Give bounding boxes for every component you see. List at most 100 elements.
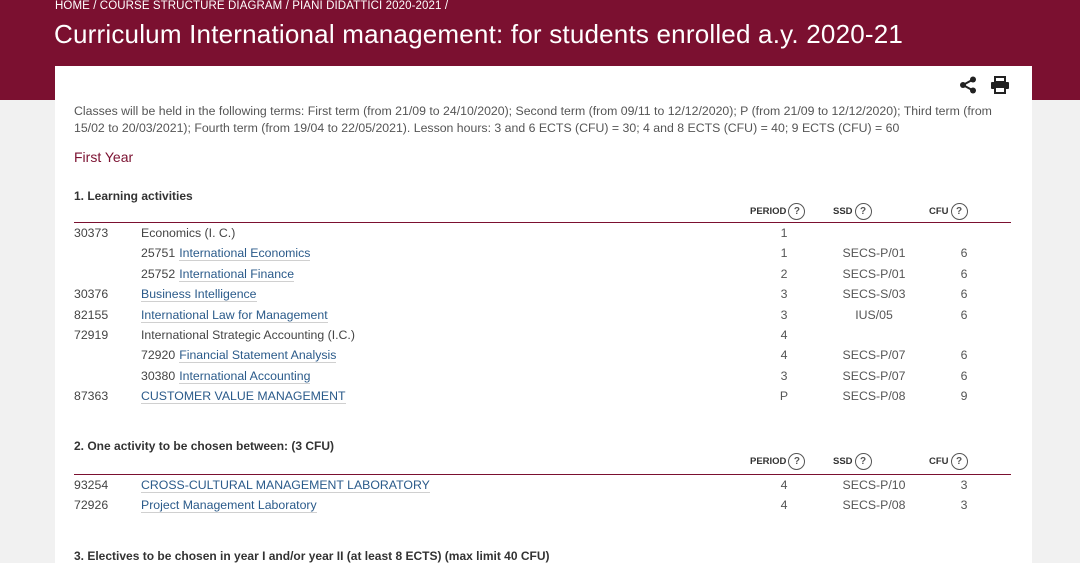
course-link[interactable]: CROSS-CULTURAL MANAGEMENT LABORATORY	[141, 478, 430, 493]
course-code: 72926	[74, 498, 109, 513]
course-name-cell: Economics (I. C.)	[141, 226, 235, 240]
period-cell: P	[779, 389, 789, 404]
help-icon[interactable]: ?	[854, 453, 872, 470]
course-link[interactable]: International Economics	[179, 246, 311, 262]
course-link[interactable]: Project Management Laboratory	[141, 498, 317, 514]
col-cfu-header: CFU?	[929, 203, 968, 220]
table-row: 72919 International Strategic Accounting …	[74, 326, 1011, 346]
course-name-cell: 25752 International Finance	[141, 266, 295, 282]
table-row: 30380 International Accounting 3 SECS-P/07 6	[74, 367, 1011, 387]
table-row: 72926 Project Management Laboratory 4 SECS-…	[74, 496, 1011, 516]
period-cell: 1	[780, 246, 788, 261]
col-period-header: PERIOD?	[750, 453, 806, 470]
sub-course-code: 30380	[141, 368, 176, 383]
course-name-cell: 72920 Financial Statement Analysis	[141, 348, 337, 364]
period-cell: 4	[780, 478, 788, 492]
ssd-cell: SECS-P/08	[842, 498, 906, 513]
section-title: 2. One activity to be chosen between: (3…	[74, 439, 335, 453]
course-name-cell: Project Management Laboratory	[141, 498, 317, 514]
table-row: 87363 CUSTOMER VALUE MANAGEMENT P SECS-P/08…	[74, 387, 1011, 407]
terms-description: Classes will be held in the following te…	[74, 104, 992, 135]
course-code: 30373	[74, 226, 109, 240]
help-icon[interactable]: ?	[950, 453, 968, 470]
course-code: 93254	[74, 478, 109, 492]
col-header-label: PERIOD	[750, 456, 787, 467]
course-name-cell: 25751 International Economics	[141, 246, 311, 262]
ssd-cell: SECS-P/01	[842, 266, 906, 281]
course-name-cell: 30380 International Accounting	[141, 368, 311, 384]
help-icon[interactable]: ?	[788, 203, 806, 220]
section-title: 3. Electives to be chosen in year I and/…	[74, 549, 550, 563]
course-name: Economics (I. C.)	[141, 226, 236, 240]
cfu-cell: 6	[960, 307, 968, 322]
cfu-cell: 3	[960, 498, 968, 513]
period-cell: 2	[780, 266, 788, 281]
course-name-cell: CUSTOMER VALUE MANAGEMENT	[141, 389, 346, 405]
col-ssd-header: SSD?	[833, 203, 872, 220]
table-row: 30373 Economics (I. C.) 1	[74, 224, 1011, 244]
course-name-cell: Business Intelligence	[141, 287, 257, 303]
sub-course-code: 25752	[141, 266, 176, 281]
course-link[interactable]: CUSTOMER VALUE MANAGEMENT	[141, 389, 346, 405]
help-icon[interactable]: ?	[854, 203, 872, 220]
col-header-label: SSD	[833, 456, 853, 467]
cfu-cell: 9	[960, 389, 968, 404]
course-link[interactable]: International Accounting	[179, 368, 311, 384]
ssd-cell: SECS-P/07	[842, 368, 906, 383]
course-link[interactable]: Business Intelligence	[141, 287, 257, 303]
course-link[interactable]: Financial Statement Analysis	[179, 348, 337, 364]
course-name-cell: International Strategic Accounting (I.C.…	[141, 328, 355, 342]
period-cell: 4	[780, 328, 788, 342]
ssd-cell: SECS-P/01	[842, 246, 906, 261]
cfu-cell: 3	[960, 478, 968, 492]
table-divider	[74, 222, 1011, 223]
ssd-cell: SECS-P/07	[842, 348, 906, 363]
sub-course-code: 72920	[141, 348, 176, 363]
breadcrumb[interactable]: HOME / COURSE STRUCTURE DIAGRAM / PIANI …	[55, 0, 448, 12]
help-icon[interactable]: ?	[788, 453, 806, 470]
cfu-cell: 6	[960, 348, 968, 363]
toolbar	[958, 75, 1010, 95]
year-title: First Year	[74, 149, 134, 165]
col-ssd-header: SSD?	[833, 453, 872, 470]
table-row: 82155 International Law for Management 3 IU…	[74, 306, 1011, 326]
course-name-cell: International Law for Management	[141, 307, 328, 323]
col-header-label: PERIOD	[750, 206, 787, 217]
col-cfu-header: CFU?	[929, 453, 968, 470]
section-title: 1. Learning activities	[74, 189, 193, 203]
ssd-cell: SECS-S/03	[842, 287, 906, 302]
course-code: 72919	[74, 328, 109, 342]
help-icon[interactable]: ?	[950, 203, 968, 220]
cfu-cell: 6	[960, 287, 968, 302]
period-cell: 3	[780, 368, 788, 383]
course-code: 87363	[74, 389, 109, 404]
period-cell: 4	[780, 348, 788, 363]
cfu-cell: 6	[960, 266, 968, 281]
period-cell: 3	[780, 307, 788, 322]
period-cell: 3	[780, 287, 788, 302]
course-name: International Strategic Accounting (I.C.…	[141, 328, 355, 342]
cfu-cell: 6	[960, 368, 968, 383]
period-cell: 4	[780, 498, 788, 513]
cfu-cell: 6	[960, 246, 968, 261]
share-icon[interactable]	[958, 75, 978, 95]
col-header-label: CFU	[929, 206, 949, 217]
ssd-cell: SECS-P/10	[842, 478, 906, 492]
print-icon[interactable]	[990, 75, 1010, 95]
course-name-cell: CROSS-CULTURAL MANAGEMENT LABORATORY	[141, 478, 430, 493]
content-card: Classes will be held in the following te…	[55, 66, 1032, 563]
table-row: 93254 CROSS-CULTURAL MANAGEMENT LABORATOR…	[74, 476, 1011, 496]
table-row: 25752 International Finance 2 SECS-P/01 6	[74, 265, 1011, 285]
course-code: 82155	[74, 307, 109, 322]
period-cell: 1	[780, 226, 788, 240]
course-link[interactable]: International Law for Management	[141, 307, 328, 323]
ssd-cell: IUS/05	[855, 307, 893, 322]
table-row: 72920 Financial Statement Analysis 4 SECS-P…	[74, 346, 1011, 366]
course-code: 30376	[74, 287, 109, 302]
table-divider	[74, 474, 1011, 475]
table-row: 25751 International Economics 1 SECS-P/01 6	[74, 244, 1011, 264]
table-row: 30376 Business Intelligence 3 SECS-S/03 6	[74, 285, 1011, 305]
page-title: Curriculum International management: for…	[54, 19, 904, 49]
ssd-cell: SECS-P/08	[842, 389, 906, 404]
course-link[interactable]: International Finance	[179, 266, 295, 282]
